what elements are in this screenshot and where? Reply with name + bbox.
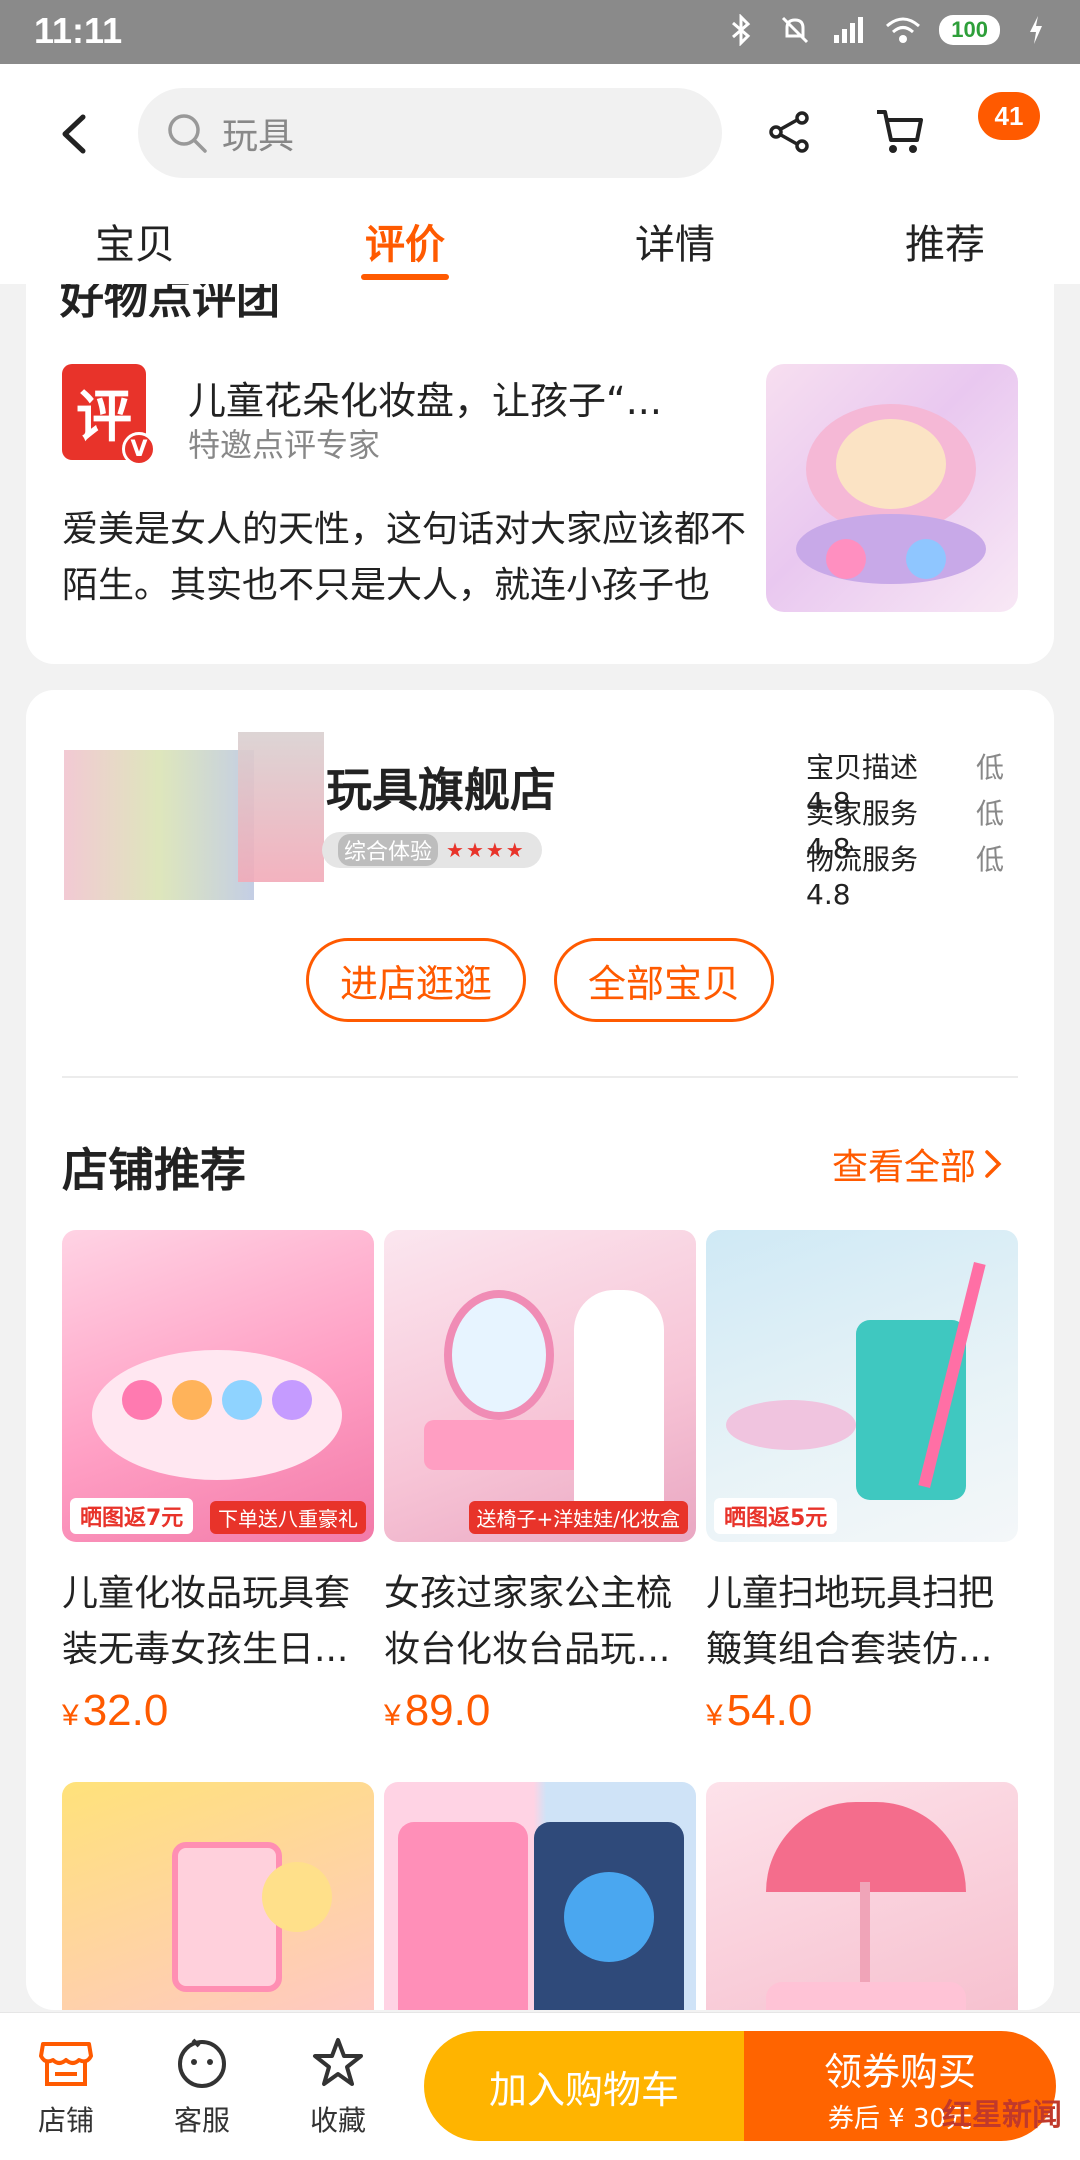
price-value: 54.0 (726, 1686, 813, 1735)
tab-detail[interactable]: 详情 (540, 204, 810, 284)
bottom-action-bar: 店铺 客服 收藏 加入购物车 领券购买 券后 ¥ 30元 (0, 2012, 1080, 2160)
status-icons: 100 (723, 12, 1054, 48)
product-tag-secondary: 下单送八重豪礼 (210, 1501, 366, 1534)
experience-stars: ★★★★ (446, 838, 526, 862)
chevron-right-icon (985, 1150, 1002, 1178)
experience-label: 综合体验 (338, 834, 439, 866)
product-card[interactable] (706, 1782, 1018, 2010)
wifi-icon (885, 12, 921, 48)
cart-count-badge: 41 (978, 92, 1040, 140)
review-logo: 评 V (62, 364, 156, 466)
service-label: 客服 (173, 2104, 230, 2137)
enter-shop-button[interactable]: 进店逛逛 (306, 938, 526, 1022)
customer-service-button[interactable]: 客服 (152, 2033, 252, 2139)
verified-badge-icon: V (122, 432, 156, 466)
search-bar[interactable]: 玩具 (138, 88, 722, 178)
cart-icon (877, 110, 923, 153)
cart-button[interactable] (870, 104, 930, 160)
currency-symbol: ¥ (62, 1699, 79, 1732)
share-icon (769, 111, 809, 153)
price-value: 32.0 (82, 1686, 169, 1735)
mute-icon (777, 12, 813, 48)
product-name: 儿童扫地玩具扫把簸箕组合套装仿... (706, 1573, 995, 1670)
price-value: 89.0 (404, 1686, 491, 1735)
add-to-cart-button[interactable]: 加入购物车 (424, 2031, 744, 2141)
shop-tab-label: 店铺 (37, 2104, 94, 2137)
score-label: 物流服务 4.8 (806, 843, 919, 911)
tab-bar: 宝贝 评价 详情 推荐 (0, 204, 1080, 284)
charging-icon (1018, 12, 1054, 48)
review-body: 爱美是女人的天性，这句话对大家应该都不陌生。其实也不只是大人，就连小孩子也 (62, 509, 747, 606)
divider (62, 1076, 1018, 1078)
shop-name[interactable]: 玩具旗舰店 (326, 754, 556, 820)
product-tag: 晒图返5元 (714, 1498, 838, 1534)
search-icon (168, 114, 207, 153)
shop-tab-button[interactable]: 店铺 (16, 2033, 116, 2139)
score-label: 宝贝描述 4.8 (806, 751, 919, 819)
bluetooth-icon (723, 12, 759, 48)
product-card[interactable] (384, 1782, 696, 2010)
tab-recommend[interactable]: 推荐 (810, 204, 1080, 284)
product-image (384, 1782, 696, 2010)
product-card[interactable]: 送椅子+洋娃娃/化妆盒 女孩过家家公主梳妆台化妆台品玩... ¥89.0 (384, 1230, 696, 1736)
product-image: 送椅子+洋娃娃/化妆盒 (384, 1230, 696, 1542)
tab-item[interactable]: 宝贝 (0, 204, 270, 284)
view-all-link[interactable]: 查看全部 (832, 1138, 1004, 1190)
product-image (706, 1782, 1018, 2010)
search-placeholder: 玩具 (222, 116, 295, 157)
product-name: 儿童化妆品玩具套装无毒女孩生日... (62, 1573, 351, 1670)
tab-review[interactable]: 评价 (270, 204, 540, 284)
score-label: 卖家服务 4.8 (806, 797, 919, 865)
score-level: 低 (976, 751, 1005, 784)
review-card[interactable]: 好物点评团 评 V 儿童花朵化妆盘，让孩子“... 特邀点评专家 爱美是女人的天… (26, 284, 1054, 664)
all-items-button[interactable]: 全部宝贝 (554, 938, 774, 1022)
service-icon (178, 2038, 226, 2088)
shop-scores: 宝贝描述 4.8 低 卖家服务 4.8 低 物流服务 4.8 低 (806, 746, 1046, 911)
shop-logo[interactable] (64, 750, 254, 900)
product-price: ¥32.0 (62, 1686, 374, 1736)
recommend-title: 店铺推荐 (62, 1143, 246, 1197)
review-section-title: 好物点评团 (60, 284, 280, 324)
product-card[interactable]: 晒图返7元 下单送八重豪礼 儿童化妆品玩具套装无毒女孩生日... ¥32.0 (62, 1230, 374, 1736)
product-name: 女孩过家家公主梳妆台化妆台品玩... (384, 1573, 673, 1670)
buy-main-label: 领券购买 (823, 2050, 976, 2094)
review-title: 儿童花朵化妆盘，让孩子“... (188, 379, 662, 423)
currency-symbol: ¥ (706, 1699, 723, 1732)
signal-icon (831, 12, 867, 48)
currency-symbol: ¥ (384, 1699, 401, 1732)
star-icon (313, 2038, 363, 2086)
view-all-label: 查看全部 (832, 1147, 977, 1188)
shop-card: 玩具旗舰店 综合体验 ★★★★ 宝贝描述 4.8 低 卖家服务 4.8 低 物流… (26, 690, 1054, 2010)
product-image: 晒图返7元 下单送八重豪礼 (62, 1230, 374, 1542)
top-navigation: 玩具 41 宝贝 评价 详情 推荐 (0, 64, 1080, 284)
status-time: 11:11 (34, 10, 123, 51)
share-button[interactable] (762, 104, 818, 160)
product-card[interactable] (62, 1782, 374, 2010)
store-icon (39, 2042, 93, 2086)
product-tag-secondary: 送椅子+洋娃娃/化妆盒 (468, 1501, 688, 1534)
score-level: 低 (976, 797, 1005, 830)
status-bar: 11:11 100 (0, 0, 1080, 64)
shop-logo-blurred (238, 732, 324, 882)
favorite-label: 收藏 (309, 2104, 366, 2137)
product-price: ¥89.0 (384, 1686, 696, 1736)
product-card[interactable]: 晒图返5元 儿童扫地玩具扫把簸箕组合套装仿... ¥54.0 (706, 1230, 1018, 1736)
back-button[interactable] (48, 108, 100, 160)
battery-indicator: 100 (939, 15, 1000, 45)
product-price: ¥54.0 (706, 1686, 1018, 1736)
score-row: 物流服务 4.8 低 (806, 838, 1046, 911)
experience-pill: 综合体验 ★★★★ (322, 832, 542, 868)
back-arrow-icon (62, 114, 86, 154)
score-row: 卖家服务 4.8 低 (806, 792, 1046, 865)
product-image (62, 1782, 374, 2010)
review-product-image (766, 364, 1018, 612)
product-tag: 晒图返7元 (70, 1498, 194, 1534)
favorite-button[interactable]: 收藏 (288, 2033, 388, 2139)
score-row: 宝贝描述 4.8 低 (806, 746, 1046, 819)
news-watermark: 红星新闻 (942, 2098, 1062, 2133)
score-level: 低 (976, 843, 1005, 876)
product-image: 晒图返5元 (706, 1230, 1018, 1542)
review-subtitle: 特邀点评专家 (188, 426, 381, 464)
